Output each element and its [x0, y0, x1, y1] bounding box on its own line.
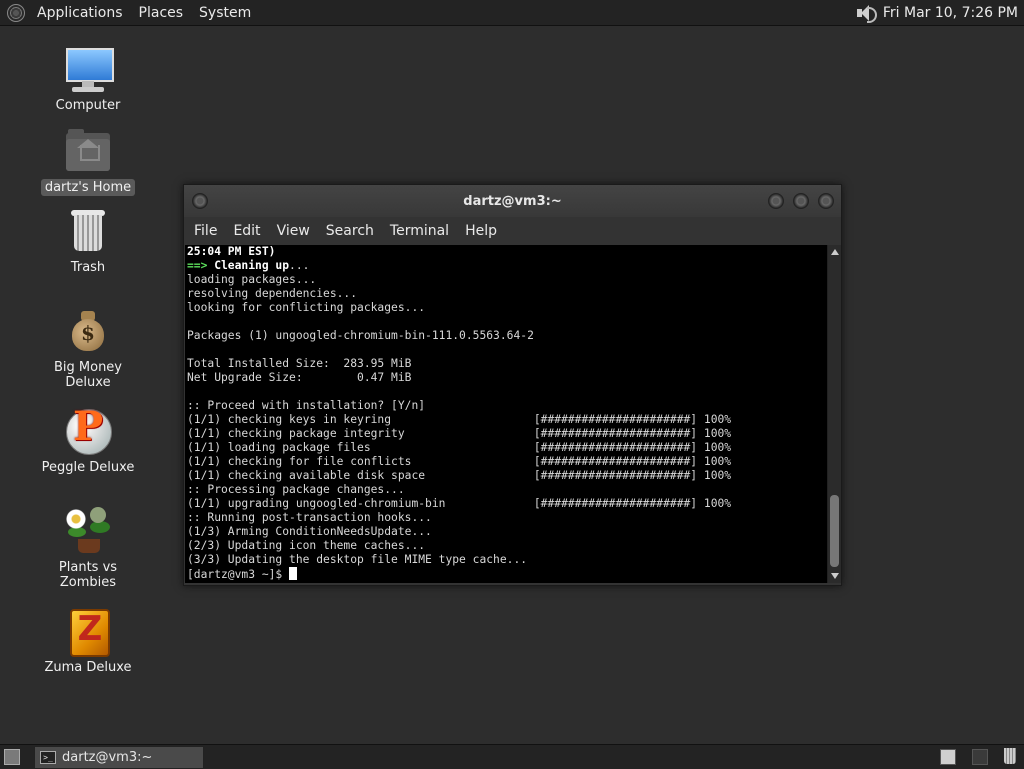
desktop-icon-label: Computer: [55, 98, 121, 113]
terminal-line: loading packages...: [187, 273, 317, 286]
terminal-window[interactable]: dartz@vm3:~ File Edit View Search Termin…: [183, 184, 842, 586]
menu-help[interactable]: Help: [457, 223, 505, 239]
terminal-line: :: Processing package changes...: [187, 483, 405, 496]
desktop-icon-zuma[interactable]: Z Zuma Deluxe: [28, 607, 148, 676]
top-panel: Applications Places System Fri Mar 10, 7…: [0, 0, 1024, 26]
workspace-1[interactable]: [940, 749, 956, 765]
applications-menu[interactable]: Applications: [29, 5, 131, 21]
menu-edit[interactable]: Edit: [225, 223, 268, 239]
computer-icon: [64, 45, 114, 93]
terminal-line: (2/3) Updating icon theme caches...: [187, 539, 426, 552]
desktop-icon-trash[interactable]: Trash: [28, 207, 148, 276]
window-menu-button[interactable]: [192, 193, 208, 209]
desktop-icon-home[interactable]: dartz's Home: [28, 127, 148, 196]
terminal-line: Net Upgrade Size: 0.47 MiB: [187, 371, 412, 384]
trash-applet-icon[interactable]: [1004, 748, 1016, 764]
top-panel-tray: Fri Mar 10, 7:26 PM: [855, 4, 1024, 23]
desktop-icon-big-money[interactable]: $ Big Money Deluxe: [28, 307, 148, 391]
desktop-icon-label: Plants vs Zombies: [58, 560, 118, 590]
terminal-line: Cleaning up: [207, 259, 290, 272]
plants-vs-zombies-icon: [64, 507, 112, 555]
distro-logo-icon[interactable]: [7, 3, 25, 22]
terminal-line: :: Proceed with installation? [Y/n]: [187, 399, 426, 412]
terminal-line: (1/1) upgrading ungoogled-chromium-bin […: [187, 497, 732, 510]
top-menu-bar: Applications Places System: [29, 5, 259, 21]
scrollbar-thumb[interactable]: [830, 495, 839, 567]
desktop-icon-label: Trash: [70, 260, 106, 275]
desktop-icon-label: dartz's Home: [40, 179, 136, 196]
terminal-prompt: [dartz@vm3 ~]$: [187, 568, 290, 581]
window-titlebar[interactable]: dartz@vm3:~: [184, 185, 841, 217]
desktop-icon-plants-vs-zombies[interactable]: Plants vs Zombies: [28, 507, 148, 591]
clock[interactable]: Fri Mar 10, 7:26 PM: [883, 5, 1018, 21]
terminal-line: (1/1) checking keys in keyring [########…: [187, 413, 732, 426]
money-bag-icon: $: [64, 307, 112, 355]
show-desktop-icon[interactable]: [4, 749, 20, 765]
menu-search[interactable]: Search: [318, 223, 382, 239]
terminal-line: (1/3) Arming ConditionNeedsUpdate...: [187, 525, 432, 538]
terminal-line: :: Running post-transaction hooks...: [187, 511, 432, 524]
terminal-line: 25:04 PM EST): [187, 245, 276, 258]
menu-terminal[interactable]: Terminal: [382, 223, 457, 239]
terminal-arrow: ==>: [187, 259, 208, 272]
terminal-line: Packages (1) ungoogled-chromium-bin-111.…: [187, 329, 534, 342]
home-folder-icon: [64, 127, 112, 175]
desktop-icon-label: Peggle Deluxe: [41, 460, 135, 475]
bottom-panel: >_ dartz@vm3:~: [0, 744, 1024, 769]
terminal-line: (1/1) loading package files [###########…: [187, 441, 732, 454]
places-menu[interactable]: Places: [131, 5, 192, 21]
zuma-icon: Z: [64, 607, 112, 657]
terminal-line: (1/1) checking for file conflicts [#####…: [187, 455, 732, 468]
workspace-2[interactable]: [972, 749, 988, 765]
terminal-line: resolving dependencies...: [187, 287, 358, 300]
desktop-icon-peggle[interactable]: P Peggle Deluxe: [28, 403, 148, 476]
terminal-line: (3/3) Updating the desktop file MIME typ…: [187, 553, 528, 566]
menu-view[interactable]: View: [269, 223, 318, 239]
desktop-icon-computer[interactable]: Computer: [28, 45, 148, 114]
peggle-icon: P: [64, 403, 112, 455]
taskbar-item-terminal[interactable]: >_ dartz@vm3:~: [34, 746, 204, 769]
terminal-menubar: File Edit View Search Terminal Help: [184, 217, 841, 245]
terminal-output[interactable]: 25:04 PM EST) ==> Cleaning up... loading…: [185, 245, 827, 583]
trash-icon: [64, 207, 112, 255]
terminal-scrollbar[interactable]: [827, 245, 841, 583]
system-menu[interactable]: System: [191, 5, 259, 21]
taskbar-item-label: dartz@vm3:~: [62, 750, 153, 765]
desktop-icon-label: Zuma Deluxe: [44, 660, 132, 675]
menu-file[interactable]: File: [186, 223, 225, 239]
terminal-line: (1/1) checking package integrity [######…: [187, 427, 732, 440]
terminal-line: looking for conflicting packages...: [187, 301, 426, 314]
scroll-up-arrow-icon[interactable]: [831, 249, 839, 255]
terminal-icon: >_: [40, 751, 56, 764]
terminal-line: Total Installed Size: 283.95 MiB: [187, 357, 412, 370]
volume-icon[interactable]: [855, 4, 877, 23]
terminal-line: ...: [289, 259, 310, 272]
scroll-down-arrow-icon[interactable]: [831, 573, 839, 579]
terminal-line: (1/1) checking available disk space [###…: [187, 469, 732, 482]
close-button[interactable]: [818, 193, 834, 209]
window-title: dartz@vm3:~: [463, 193, 562, 209]
maximize-button[interactable]: [793, 193, 809, 209]
minimize-button[interactable]: [768, 193, 784, 209]
desktop-icon-label: Big Money Deluxe: [53, 360, 122, 390]
terminal-cursor: [289, 567, 298, 580]
